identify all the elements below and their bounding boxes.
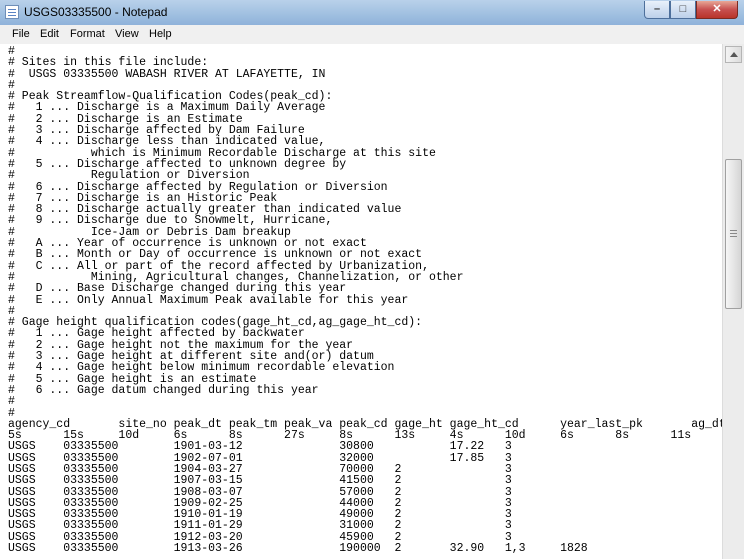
scrollbar-thumb[interactable]	[725, 159, 742, 309]
close-button[interactable]: ✕	[696, 1, 738, 19]
window-title: USGS03335500 - Notepad	[24, 5, 168, 19]
menu-bar: File Edit Format View Help	[0, 25, 744, 45]
maximize-button[interactable]: □	[670, 1, 696, 19]
text-editor[interactable]: # # Sites in this file include: # USGS 0…	[0, 44, 722, 559]
text-line: # E ... Only Annual Maximum Peak availab…	[8, 293, 409, 307]
minimize-icon: –	[653, 3, 661, 15]
maximize-icon: □	[679, 3, 687, 15]
menu-help[interactable]: Help	[149, 28, 172, 40]
text-line: # USGS 03335500 WABASH RIVER AT LAFAYETT…	[8, 67, 326, 81]
menu-file[interactable]: File	[12, 28, 30, 40]
title-bar[interactable]: USGS03335500 - Notepad – □ ✕	[0, 0, 744, 25]
minimize-button[interactable]: –	[644, 1, 670, 19]
window-controls: – □ ✕	[644, 1, 738, 20]
text-line: USGS 03335500 1913-03-26 190000 2 32.90 …	[8, 542, 588, 556]
grip-icon	[730, 230, 737, 231]
scroll-up-arrow-icon[interactable]	[725, 46, 742, 63]
text-line: # 6 ... Gage datum changed during this y…	[8, 383, 319, 397]
notepad-icon	[5, 5, 19, 19]
editor-text: # # Sites in this file include: # USGS 0…	[0, 44, 722, 556]
close-icon: ✕	[712, 3, 722, 15]
menu-format[interactable]: Format	[70, 28, 105, 40]
vertical-scrollbar[interactable]	[722, 44, 744, 559]
menu-view[interactable]: View	[115, 28, 139, 40]
menu-edit[interactable]: Edit	[40, 28, 59, 40]
